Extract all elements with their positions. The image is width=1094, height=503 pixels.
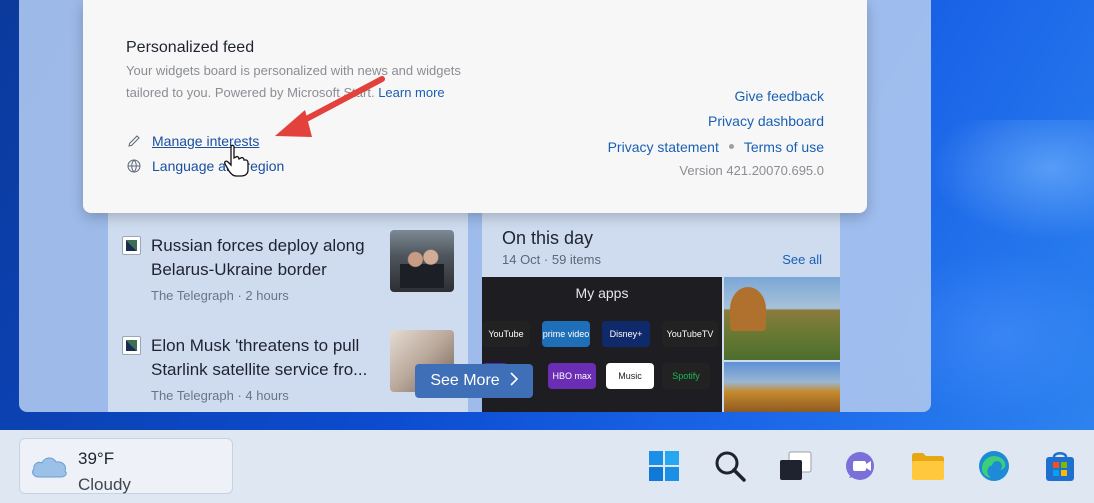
on-this-day-card: On this day 14 Oct · 59 items See all My… — [482, 206, 840, 412]
task-view-icon[interactable] — [778, 448, 814, 484]
edge-icon[interactable] — [976, 448, 1012, 484]
cloud-icon — [30, 453, 70, 479]
photo-autumn-trees[interactable] — [724, 362, 840, 412]
flyout-title: Personalized feed — [126, 39, 255, 56]
chat-icon[interactable] — [844, 448, 880, 484]
app-tile: Disney+ — [602, 321, 650, 347]
terms-of-use-link[interactable]: Terms of use — [744, 139, 824, 155]
my-apps-label: My apps — [575, 285, 629, 301]
give-feedback-label[interactable]: Give feedback — [735, 88, 825, 104]
pencil-icon — [126, 133, 142, 149]
privacy-statement-link[interactable]: Privacy statement — [608, 139, 719, 155]
manage-interests-label[interactable]: Manage interests — [152, 133, 259, 149]
language-icon — [126, 158, 142, 174]
photo-autumn-field[interactable] — [724, 277, 840, 360]
telegraph-logo-icon — [122, 336, 141, 355]
see-more-button[interactable]: See More — [415, 364, 533, 398]
privacy-dashboard-link[interactable]: Privacy dashboard — [708, 113, 824, 131]
language-region-link[interactable]: Language and region — [126, 158, 284, 174]
weather-condition: Cloudy — [78, 475, 131, 494]
on-this-day-title: On this day — [502, 228, 594, 248]
legal-links: Privacy statement Terms of use — [608, 139, 824, 157]
on-this-day-subtitle: 14 Oct · 59 items — [502, 252, 601, 267]
privacy-dashboard-label[interactable]: Privacy dashboard — [708, 113, 824, 129]
news-headline[interactable]: Elon Musk 'threatens to pull Starlink sa… — [151, 334, 373, 382]
app-tile: HBO max — [548, 363, 596, 389]
taskbar: 39°F Cloudy — [0, 430, 1094, 503]
see-more-label: See More — [430, 372, 500, 389]
wallpaper-glow — [930, 120, 1094, 240]
learn-more-link[interactable]: Learn more — [378, 85, 444, 100]
flyout-description: Your widgets board is personalized with … — [126, 60, 506, 104]
start-icon[interactable] — [646, 448, 682, 484]
chevron-right-icon — [510, 371, 518, 391]
app-tile: Music — [606, 363, 654, 389]
personalized-feed-flyout: Personalized feed Your widgets board is … — [83, 0, 867, 213]
file-explorer-icon[interactable] — [910, 448, 946, 484]
separator-dot — [728, 143, 734, 149]
app-tile: Spotify — [662, 363, 710, 389]
news-headline[interactable]: Russian forces deploy along Belarus-Ukra… — [151, 234, 373, 282]
news-meta: The Telegraph · 2 hours — [151, 288, 289, 303]
app-tile: prime video — [542, 321, 590, 347]
version-label: Version 421.20070.695.0 — [679, 163, 824, 178]
news-thumbnail[interactable] — [390, 230, 454, 292]
weather-temperature: 39°F — [78, 449, 115, 468]
weather-widget-button[interactable]: 39°F Cloudy — [19, 438, 233, 494]
news-card: Russian forces deploy along Belarus-Ukra… — [108, 206, 468, 412]
search-icon[interactable] — [712, 448, 748, 484]
store-icon[interactable] — [1042, 448, 1078, 484]
give-feedback-link[interactable]: Give feedback — [735, 88, 825, 106]
app-tile: YouTube — [482, 321, 530, 347]
news-meta: The Telegraph · 4 hours — [151, 388, 289, 403]
manage-interests-link[interactable]: Manage interests — [126, 133, 259, 149]
version-info: Version 421.20070.695.0 — [679, 162, 824, 180]
telegraph-logo-icon — [122, 236, 141, 255]
language-region-label[interactable]: Language and region — [152, 158, 284, 174]
see-all-link[interactable]: See all — [782, 252, 822, 267]
app-tile: YouTubeTV — [662, 321, 718, 347]
